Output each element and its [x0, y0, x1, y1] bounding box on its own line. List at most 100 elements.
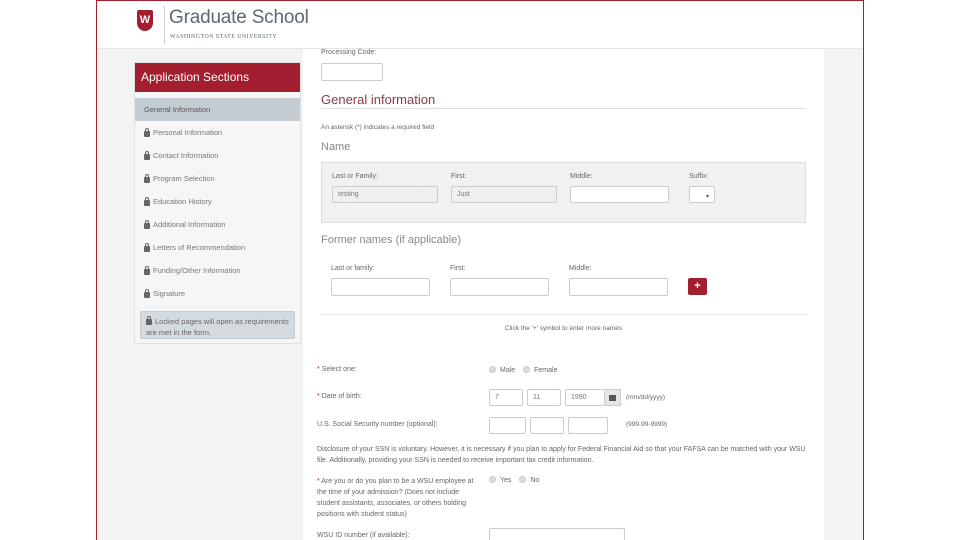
required-asterisk: * — [317, 478, 320, 485]
lock-icon — [146, 316, 152, 325]
gender-label: Select one: — [321, 366, 357, 373]
site-subtitle: Washington State University — [170, 34, 278, 40]
ssn-part1-input[interactable] — [489, 417, 526, 434]
gender-female-option[interactable]: Female — [523, 366, 558, 374]
sidebar-item-label: Contact Information — [153, 151, 219, 160]
last-name-input[interactable]: testing — [332, 186, 438, 203]
former-names-divider — [321, 314, 806, 315]
ssn-part3-input[interactable] — [568, 417, 608, 434]
dob-day-input[interactable]: 11 — [527, 389, 561, 406]
sidebar-item-label: General Information — [144, 105, 211, 114]
sidebar-item-letters-of-recommendation[interactable]: Letters of Recommendation — [135, 236, 300, 259]
sidebar-item-education-history[interactable]: Education History — [135, 190, 300, 213]
lock-icon — [144, 265, 150, 275]
employee-question: * Are you or do you plan to be a WSU emp… — [317, 476, 477, 520]
gender-male-radio[interactable] — [489, 366, 496, 373]
sidebar-item-label: Additional Information — [153, 220, 226, 229]
suffix-label: Suffix: — [689, 173, 709, 180]
sidebar-item-contact-information[interactable]: Contact Information — [135, 144, 300, 167]
application-sections-sidebar: Application Sections General Information… — [134, 62, 301, 344]
lock-icon — [144, 150, 150, 160]
lock-icon — [144, 288, 150, 298]
middle-name-label: Middle: — [570, 173, 593, 180]
lock-icon — [144, 219, 150, 229]
name-heading: Name — [321, 141, 351, 153]
chevron-down-icon: ▾ — [705, 194, 709, 200]
wsu-shield-logo-icon: W — [137, 10, 153, 31]
sidebar-item-label: Personal Information — [153, 128, 223, 137]
dob-field-label: * Date of birth: — [317, 393, 362, 400]
right-gutter — [824, 49, 863, 540]
name-fieldset: Last or Family: testing First: Just Midd… — [321, 162, 806, 223]
gender-male-option[interactable]: Male — [489, 366, 516, 374]
app-window: W Graduate School Washington State Unive… — [96, 0, 864, 540]
employee-radio-group: Yes No — [489, 476, 539, 484]
required-note: An asterisk (*) indicates a required fie… — [321, 124, 435, 131]
employee-no-radio[interactable] — [519, 476, 527, 483]
sidebar-title: Application Sections — [135, 63, 300, 92]
form-content: Processing Code: General information An … — [303, 49, 824, 540]
former-middle-name-input[interactable] — [569, 278, 668, 296]
suffix-select[interactable]: ▾ — [689, 186, 715, 203]
employee-yes-option[interactable]: Yes — [489, 476, 512, 484]
sidebar-item-additional-information[interactable]: Additional Information — [135, 213, 300, 236]
locked-pages-note: Locked pages will open as requirements a… — [140, 311, 295, 339]
required-asterisk: * — [317, 393, 320, 400]
former-first-name-label: First: — [450, 265, 466, 272]
calendar-button[interactable] — [605, 389, 621, 406]
sidebar-item-personal-information[interactable]: Personal Information — [135, 121, 300, 144]
ssn-disclosure: Disclosure of your SSN is voluntary. How… — [317, 446, 806, 464]
lock-icon — [144, 127, 150, 137]
employee-no-label: No — [530, 477, 540, 484]
sidebar-item-signature[interactable]: Signature — [135, 282, 300, 305]
dob-format-hint: (mm/dd/yyyy) — [626, 394, 665, 401]
ssn-format-hint: (999-99-9999) — [626, 421, 668, 428]
employee-no-option[interactable]: No — [519, 476, 540, 484]
employee-yes-label: Yes — [500, 477, 512, 484]
gender-female-radio[interactable] — [523, 366, 531, 373]
first-name-label: First: — [451, 173, 467, 180]
dob-label: Date of birth: — [321, 393, 362, 400]
site-header: W Graduate School Washington State Unive… — [97, 1, 863, 49]
sidebar-item-general-information[interactable]: General Information — [135, 98, 300, 121]
site-title[interactable]: Graduate School — [169, 7, 309, 29]
lock-icon — [144, 242, 150, 252]
middle-name-input[interactable] — [570, 186, 669, 203]
sidebar-item-label: Program Selection — [153, 174, 215, 183]
former-names-heading: Former names (if applicable) — [321, 234, 461, 246]
gender-male-label: Male — [500, 367, 516, 374]
sidebar-item-label: Signature — [153, 289, 186, 298]
former-last-name-label: Last or family: — [331, 265, 375, 272]
logo-divider — [164, 6, 165, 44]
last-name-label: Last or Family: — [332, 173, 378, 180]
former-last-name-input[interactable] — [331, 278, 430, 296]
former-names-hint: Click the '+' symbol to enter more names — [504, 325, 623, 332]
ssn-label: U.S. Social Security number (optional): — [317, 421, 438, 428]
employee-yes-radio[interactable] — [489, 476, 496, 483]
former-middle-name-label: Middle: — [569, 265, 592, 272]
section-divider — [321, 108, 806, 109]
sidebar-item-funding-other-information[interactable]: Funding/Other Information — [135, 259, 300, 282]
processing-code-label: Processing Code: — [321, 49, 377, 56]
calendar-icon — [609, 395, 616, 401]
lock-icon — [144, 196, 150, 206]
section-title: General information — [321, 92, 436, 107]
required-asterisk: * — [317, 366, 320, 373]
ssn-part2-input[interactable] — [530, 417, 564, 434]
first-name-input[interactable]: Just — [451, 186, 557, 203]
employee-label: Are you or do you plan to be a WSU emplo… — [317, 478, 474, 518]
wsu-id-input[interactable] — [489, 528, 625, 540]
gender-field-label: * Select one: — [317, 366, 357, 373]
sidebar-item-label: Letters of Recommendation — [153, 243, 246, 252]
add-former-name-button[interactable]: + — [688, 278, 707, 295]
gender-female-label: Female — [534, 367, 558, 374]
dob-year-input[interactable]: 1990 — [565, 389, 605, 406]
sidebar-item-program-selection[interactable]: Program Selection — [135, 167, 300, 190]
locked-pages-note-text: Locked pages will open as requirements a… — [146, 317, 289, 337]
processing-code-input[interactable] — [321, 63, 383, 81]
gender-radio-group: Male Female — [489, 366, 557, 374]
sidebar-item-label: Education History — [153, 197, 212, 206]
wsu-id-label: WSU ID number (if available): — [317, 532, 410, 539]
former-first-name-input[interactable] — [450, 278, 549, 296]
dob-month-input[interactable]: 7 — [489, 389, 523, 406]
